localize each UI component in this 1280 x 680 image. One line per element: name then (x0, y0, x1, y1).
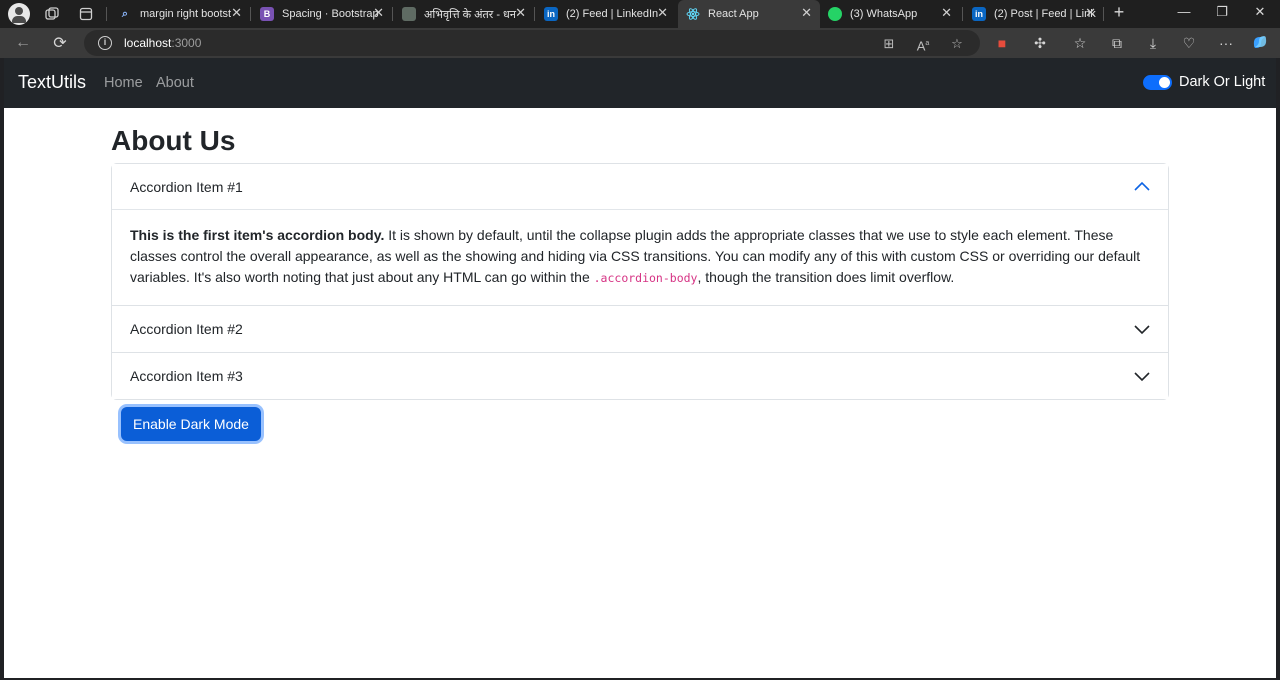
browser-tab[interactable]: अभिवृत्ति के अंतर - धन ✕ (394, 0, 534, 28)
close-tab-icon[interactable]: ✕ (941, 6, 952, 20)
accordion-body-tail: , though the transition does limit overf… (697, 269, 955, 285)
dark-mode-toggle[interactable] (1143, 75, 1172, 90)
more-options-icon[interactable]: ··· (1216, 33, 1236, 53)
accordion-body: This is the first item's accordion body.… (112, 210, 1168, 305)
favorite-star-icon[interactable]: ☆ (948, 35, 966, 53)
bootstrap-favicon-icon: B (260, 7, 274, 21)
tab-actions-icon[interactable] (74, 2, 98, 26)
main-container: About Us Accordion Item #1 This is the f… (111, 108, 1169, 441)
dark-mode-toggle-label[interactable]: Dark Or Light (1179, 74, 1265, 90)
accordion-header-1[interactable]: Accordion Item #1 (112, 164, 1168, 210)
accordion: Accordion Item #1 This is the first item… (111, 163, 1169, 400)
workspaces-icon[interactable] (40, 2, 64, 26)
extensions-puzzle-icon[interactable]: ✣ (1030, 33, 1050, 53)
tab-title: Spacing · Bootstrap (282, 8, 379, 20)
enable-dark-mode-button[interactable]: Enable Dark Mode (121, 407, 261, 441)
accordion-header-label: Accordion Item #2 (130, 321, 243, 337)
page-favicon-icon (402, 7, 416, 21)
info-icon[interactable]: i (98, 36, 112, 50)
close-tab-icon[interactable]: ✕ (231, 6, 242, 20)
browser-tab[interactable]: ⌕ margin right bootst ✕ (110, 0, 250, 28)
search-favicon-icon: ⌕ (121, 7, 129, 20)
whatsapp-favicon-icon (828, 7, 842, 21)
accordion-item: Accordion Item #2 (112, 305, 1168, 352)
close-tab-icon[interactable]: ✕ (801, 6, 812, 20)
accordion-body-code: .accordion-body (593, 271, 698, 285)
back-arrow-icon[interactable]: ← (12, 32, 34, 54)
accordion-header-label: Accordion Item #1 (130, 178, 243, 195)
browser-toolbar: ← ⟳ i localhost:3000 ⊞ Aa ☆ ■ ✣ ☆ ⧉ ⤓ ♡ … (0, 28, 1280, 58)
browser-tab[interactable]: in (2) Feed | LinkedIn ✕ (536, 0, 676, 28)
collections-icon[interactable]: ⧉ (1107, 33, 1127, 53)
accordion-item: Accordion Item #3 (112, 352, 1168, 399)
profile-icon[interactable] (8, 3, 30, 25)
tab-title: (3) WhatsApp (850, 8, 918, 20)
downloads-icon[interactable]: ⤓ (1143, 33, 1163, 53)
browser-tab[interactable]: B Spacing · Bootstrap ✕ (252, 0, 392, 28)
linkedin-favicon-icon: in (544, 7, 558, 21)
restore-icon[interactable]: ❐ (1212, 4, 1232, 20)
navbar: TextUtils Home About Dark Or Light (4, 58, 1276, 108)
accordion-body-strong: This is the first item's accordion body. (130, 227, 385, 243)
favorites-icon[interactable]: ☆ (1070, 33, 1090, 53)
read-aloud-icon[interactable]: Aa (914, 35, 932, 53)
address-bar[interactable]: i localhost:3000 ⊞ Aa ☆ (84, 30, 980, 56)
linkedin-favicon-icon: in (972, 7, 986, 21)
accordion-item: Accordion Item #1 This is the first item… (112, 164, 1168, 305)
close-window-icon[interactable]: ✕ (1250, 4, 1270, 20)
accordion-header-label: Accordion Item #3 (130, 368, 243, 384)
chevron-up-icon (1134, 181, 1150, 191)
browser-tab[interactable]: (3) WhatsApp ✕ (820, 0, 960, 28)
close-tab-icon[interactable]: ✕ (515, 6, 526, 20)
browser-tab[interactable]: in (2) Post | Feed | Link ✕ (964, 0, 1104, 28)
chevron-down-icon (1134, 372, 1150, 382)
tab-title: अभिवृत्ति के अंतर - धन (424, 8, 516, 21)
react-favicon-icon (686, 7, 700, 21)
chevron-down-icon (1134, 325, 1150, 335)
close-tab-icon[interactable]: ✕ (373, 6, 384, 20)
url-text: localhost:3000 (124, 36, 202, 50)
browser-tab-strip: ⌕ margin right bootst ✕ B Spacing · Boot… (0, 0, 1280, 28)
tab-title: margin right bootst (140, 8, 232, 20)
extension-icon[interactable]: ■ (992, 33, 1012, 53)
copilot-icon[interactable] (1250, 33, 1270, 53)
close-tab-icon[interactable]: ✕ (1085, 6, 1096, 20)
refresh-icon[interactable]: ⟳ (49, 32, 71, 54)
accordion-header-3[interactable]: Accordion Item #3 (112, 353, 1168, 399)
tab-title: (2) Feed | LinkedIn (566, 8, 659, 20)
tab-title: (2) Post | Feed | Link (994, 8, 1096, 20)
browser-tab-active[interactable]: React App ✕ (678, 0, 820, 28)
page-title: About Us (111, 125, 236, 156)
close-tab-icon[interactable]: ✕ (657, 6, 668, 20)
minimize-icon[interactable]: — (1174, 4, 1194, 19)
nav-link-home[interactable]: Home (104, 75, 143, 91)
page-viewport: TextUtils Home About Dark Or Light About… (4, 58, 1276, 678)
navbar-brand[interactable]: TextUtils (18, 72, 86, 93)
accordion-header-2[interactable]: Accordion Item #2 (112, 306, 1168, 352)
new-tab-icon[interactable]: + (1108, 2, 1130, 23)
tab-title: React App (708, 8, 759, 20)
app-available-icon[interactable]: ⊞ (880, 35, 898, 53)
browser-essentials-icon[interactable]: ♡ (1179, 33, 1199, 53)
nav-link-about[interactable]: About (156, 75, 194, 91)
